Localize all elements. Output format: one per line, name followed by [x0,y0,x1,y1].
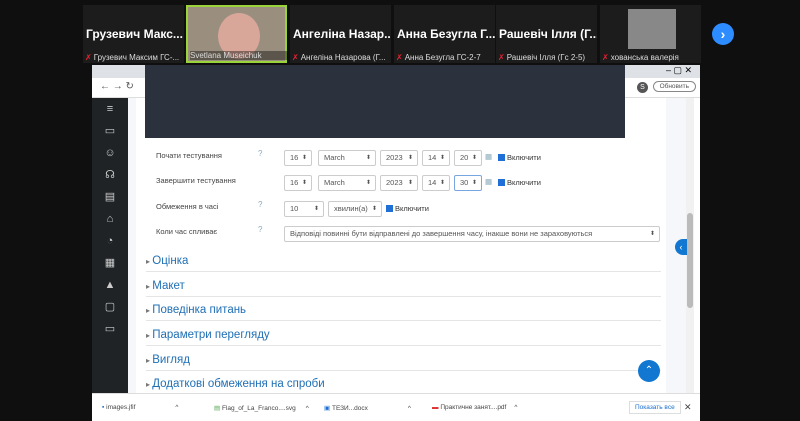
end-year-select[interactable]: 2023 [380,175,418,191]
dashboard-icon[interactable]: ◔ [92,230,128,252]
expire-select[interactable]: Відповіді повинні бути відправлені до за… [284,226,660,242]
calendar-icon[interactable]: ▦ [485,177,492,186]
quiz-settings-form: Почати тестування ? 16 March 2023 14 20 … [136,98,666,393]
show-all-downloads-button[interactable]: Показать все [629,401,681,414]
end-hour-select[interactable]: 14 [422,175,450,191]
folder-icon[interactable]: ▭ [92,318,128,340]
downloads-bar: ▪ images.jfif ^ ▤ Flag_of_La_Franco....sv… [92,393,700,421]
expire-label: Коли час спливає [156,227,218,236]
download-item[interactable]: ▣ ТЕЗИ...docx ^ [324,404,411,412]
redacted-overlay [145,65,625,138]
muted-mic-icon: ✗ [85,53,92,62]
nav-buttons[interactable]: ← → ↻ [100,81,134,92]
section-question-behaviour[interactable]: Поведінка питань [146,304,661,321]
next-page-button[interactable]: › [712,23,734,45]
badge-icon[interactable]: ☊ [92,164,128,186]
participant-tile[interactable]: Анна Безугла Г... ✗ Анна Безугла ГС-2-7 [394,5,495,63]
muted-mic-icon: ✗ [292,53,299,62]
start-year-select[interactable]: 2023 [380,150,418,166]
calendar-icon[interactable]: ▦ [485,152,492,161]
help-icon[interactable]: ? [258,200,262,209]
end-minute-select[interactable]: 30 [454,175,482,191]
users-icon[interactable]: ☺ [92,142,128,164]
participant-tile[interactable]: Грузевич Макс... ✗ Грузевич Максим ГС-... [83,5,184,63]
end-month-select[interactable]: March [318,175,376,191]
back-to-top-button[interactable]: ⌃ [638,360,660,382]
help-icon[interactable]: ? [258,225,262,234]
limit-label: Обмеження в часі [156,202,219,211]
close-icon[interactable]: ✕ [684,402,692,413]
muted-mic-icon: ✗ [602,53,609,62]
participant-tile[interactable]: ✗ хованська валерія [600,5,701,63]
end-enable-checkbox[interactable]: Включити [498,178,541,187]
help-icon[interactable]: ? [258,149,262,158]
calendar-icon[interactable]: ▦ [92,252,128,274]
start-minute-select[interactable]: 20 [454,150,482,166]
muted-mic-icon: ✗ [498,53,505,62]
course-icon[interactable]: ▲ [92,274,128,296]
start-enable-checkbox[interactable]: Включити [498,153,541,162]
section-review-options[interactable]: Параметри перегляду [146,329,661,346]
drawer-toggle-button[interactable]: ‹ [675,239,687,255]
participant-video-tile[interactable]: Svetlana Museichuk [186,5,288,63]
download-item[interactable]: ▬ Практичне занят....pdf ^ [432,404,517,411]
section-grade[interactable]: Оцінка [146,255,661,272]
scrollbar[interactable] [686,98,694,393]
section-layout[interactable]: Макет [146,280,661,297]
folder-icon[interactable]: ▭ [92,120,128,142]
shared-browser-window: – ▢ ✕ ← → ↻ S Обновить ≡ ▭ ☺ ☊ ▤ ⌂ ◔ ▦ ▲ ▢ ▭ Почат… [92,65,700,421]
book-icon[interactable]: ▤ [92,186,128,208]
start-label: Почати тестування [156,151,222,160]
start-day-select[interactable]: 16 [284,150,312,166]
window-controls[interactable]: – ▢ ✕ [666,65,692,76]
participant-tile[interactable]: Рашевіч Ілля (Г... ✗ Рашевіч Ілля (Гс 2-5) [496,5,597,63]
end-label: Завершити тестування [156,176,236,185]
participant-tile[interactable]: Ангеліна Назар... ✗ Ангеліна Назарова (Г..… [290,5,391,63]
start-month-select[interactable]: March [318,150,376,166]
end-day-select[interactable]: 16 [284,175,312,191]
avatar [628,9,676,49]
download-item[interactable]: ▪ images.jfif ^ [102,404,178,411]
files-icon[interactable]: ▢ [92,296,128,318]
menu-icon[interactable]: ≡ [92,98,128,120]
time-unit-select[interactable]: хвилин(а) [328,201,382,217]
home-icon[interactable]: ⌂ [92,208,128,230]
section-extra-restrictions[interactable]: Додаткові обмеження на спроби [146,378,661,394]
muted-mic-icon: ✗ [396,53,403,62]
limit-enable-checkbox[interactable]: Включити [386,204,429,213]
moodle-sidebar: ≡ ▭ ☺ ☊ ▤ ⌂ ◔ ▦ ▲ ▢ ▭ [92,98,128,393]
start-hour-select[interactable]: 14 [422,150,450,166]
time-limit-input[interactable]: 10 [284,201,324,217]
profile-icon[interactable]: S [637,82,648,93]
update-button[interactable]: Обновить [652,81,696,92]
section-appearance[interactable]: Вигляд [146,354,661,371]
download-item[interactable]: ▤ Flag_of_La_Franco....svg ^ [214,404,309,412]
main-content: Почати тестування ? 16 March 2023 14 20 … [128,98,686,393]
